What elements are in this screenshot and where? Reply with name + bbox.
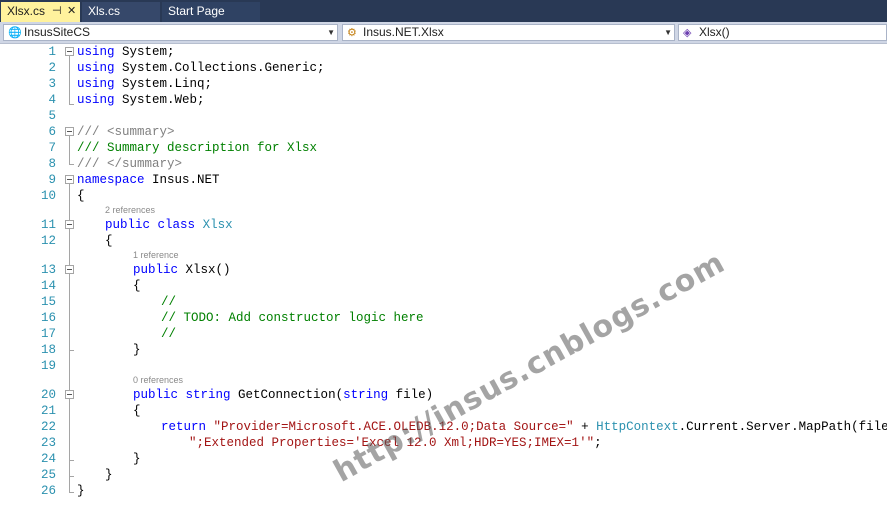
line-number: 22 [40, 420, 56, 434]
code-line: { [105, 234, 113, 248]
line-number: 23 [40, 436, 56, 450]
line-number: 17 [40, 327, 56, 341]
outline-line [69, 184, 70, 492]
code-line: } [105, 468, 113, 482]
document-tab-bar: Xlsx.cs ⊣ ✕ Xls.cs Start Page [0, 0, 887, 22]
code-line: public string GetConnection(string file) [133, 388, 434, 402]
type-dropdown[interactable]: ⚙ Insus.NET.Xlsx ▼ [342, 24, 675, 41]
line-number: 8 [48, 157, 56, 171]
code-line: // TODO: Add constructor logic here [161, 311, 424, 325]
tab-xlsx-cs[interactable]: Xlsx.cs ⊣ ✕ [1, 2, 80, 22]
code-line: { [133, 279, 141, 293]
code-line: using System.Collections.Generic; [77, 61, 325, 75]
code-line: /// <summary> [77, 125, 175, 139]
line-number: 2 [48, 61, 56, 75]
line-number: 4 [48, 93, 56, 107]
references-codelens[interactable]: 0 references [133, 375, 183, 386]
tab-label: Xlsx.cs [7, 4, 46, 18]
line-number: 14 [40, 279, 56, 293]
line-number: 24 [40, 452, 56, 466]
line-number: 25 [40, 468, 56, 482]
tab-xls-cs[interactable]: Xls.cs [82, 2, 160, 22]
project-dropdown-value: InsusSiteCS [24, 25, 91, 39]
references-codelens[interactable]: 1 reference [133, 250, 179, 261]
class-icon: ⚙ [347, 27, 357, 39]
collapse-toggle[interactable] [65, 127, 74, 136]
pin-icon[interactable]: ⊣ [52, 2, 62, 21]
code-line: /// Summary description for Xlsx [77, 141, 318, 155]
line-number: 5 [48, 109, 56, 123]
project-dropdown[interactable]: 🌐 InsusSiteCS ▼ [3, 24, 338, 41]
line-number: 21 [40, 404, 56, 418]
outline-line [69, 136, 70, 164]
tab-label: Start Page [168, 4, 225, 18]
outline-line [69, 460, 74, 461]
navigation-bar: 🌐 InsusSiteCS ▼ ⚙ Insus.NET.Xlsx ▼ ◈ Xls… [0, 22, 887, 44]
line-number: 20 [40, 388, 56, 402]
close-tab-icon[interactable]: ✕ [67, 2, 76, 21]
line-number: 1 [48, 45, 56, 59]
line-number: 9 [48, 173, 56, 187]
code-line: { [77, 189, 85, 203]
code-line: return "Provider=Microsoft.ACE.OLEDB.12.… [161, 420, 887, 434]
code-line: { [133, 404, 141, 418]
line-number: 15 [40, 295, 56, 309]
code-line: using System; [77, 45, 175, 59]
outline-line [69, 56, 70, 104]
line-number: 12 [40, 234, 56, 248]
line-number: 16 [40, 311, 56, 325]
line-number: 13 [40, 263, 56, 277]
outline-line [69, 104, 74, 105]
outline-line [69, 350, 74, 351]
line-number: 26 [40, 484, 56, 498]
collapse-toggle[interactable] [65, 175, 74, 184]
collapse-toggle[interactable] [65, 390, 74, 399]
chevron-down-icon[interactable]: ▼ [327, 25, 335, 40]
line-number: 11 [40, 218, 56, 232]
outline-line [69, 164, 74, 165]
line-number: 10 [40, 189, 56, 203]
code-editor[interactable]: 1 2 3 4 5 6 7 8 9 10 11 12 13 14 15 16 1… [0, 44, 887, 509]
tab-start-page[interactable]: Start Page [162, 2, 260, 22]
type-dropdown-value: Insus.NET.Xlsx [363, 25, 444, 39]
outline-line [69, 492, 74, 493]
code-line: public Xlsx() [133, 263, 231, 277]
line-number: 7 [48, 141, 56, 155]
chevron-down-icon[interactable]: ▼ [664, 25, 672, 40]
references-codelens[interactable]: 2 references [105, 205, 155, 216]
method-icon: ◈ [683, 27, 692, 39]
watermark-text: http://insus.cnblogs.com [328, 244, 732, 490]
line-number: 3 [48, 77, 56, 91]
member-dropdown[interactable]: ◈ Xlsx() [678, 24, 887, 41]
globe-icon: 🌐 [8, 27, 22, 39]
code-line: // [161, 327, 177, 341]
member-dropdown-value: Xlsx() [699, 25, 730, 39]
collapse-toggle[interactable] [65, 265, 74, 274]
code-line: } [133, 343, 141, 357]
code-line: // [161, 295, 177, 309]
code-line: /// </summary> [77, 157, 183, 171]
collapse-toggle[interactable] [65, 47, 74, 56]
line-number: 19 [40, 359, 56, 373]
code-line: public class Xlsx [105, 218, 233, 232]
code-line: namespace Insus.NET [77, 173, 220, 187]
line-number: 18 [40, 343, 56, 357]
code-line: } [133, 452, 141, 466]
code-line: } [77, 484, 85, 498]
code-line: using System.Web; [77, 93, 205, 107]
collapse-toggle[interactable] [65, 220, 74, 229]
outline-line [69, 476, 74, 477]
line-number: 6 [48, 125, 56, 139]
tab-label: Xls.cs [88, 4, 121, 18]
code-line: using System.Linq; [77, 77, 213, 91]
